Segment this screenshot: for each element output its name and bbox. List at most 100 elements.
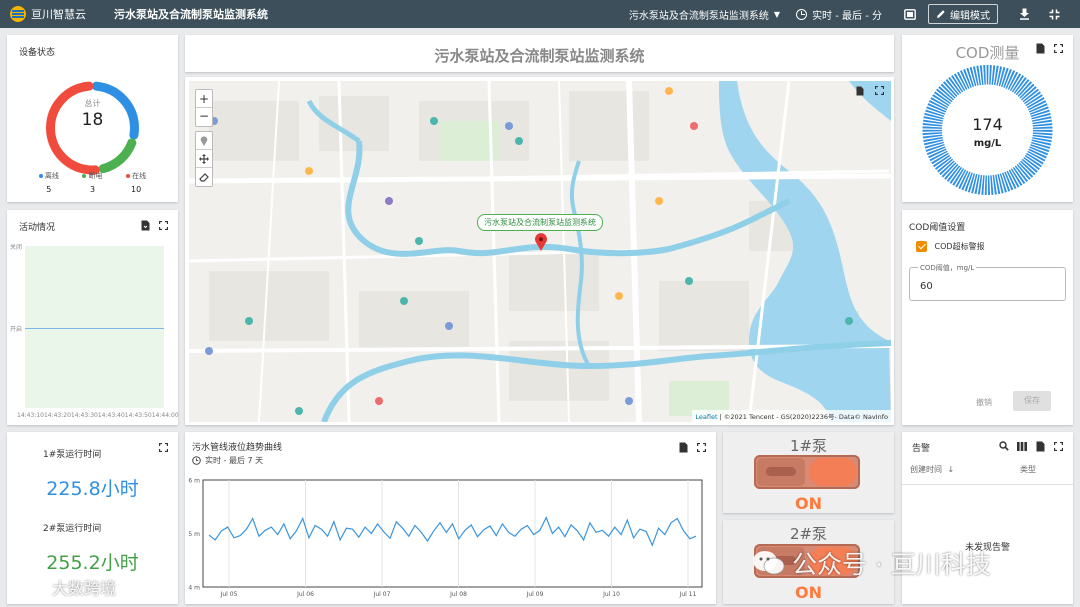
x-tick-label: Jul 10 [602,591,620,598]
station-pin-icon[interactable] [534,233,548,251]
export-button[interactable] [138,218,152,232]
map-view[interactable]: + − 污水泵站及合流制泵站监测系统 Leaflet | ©2021 Tence… [189,81,891,422]
logo-icon [10,6,26,22]
expand-icon [1053,441,1063,451]
export-button[interactable] [1033,439,1047,453]
pump1-toggle[interactable] [754,455,860,489]
map-attribution: Leaflet | ©2021 Tencent - GS(2020)2236号-… [692,410,891,422]
map-export-button[interactable] [856,86,864,99]
brand-logo[interactable]: 亘川智慧云 [10,6,86,22]
watermark-right-b: · 亘川科技 [875,550,991,579]
cod-threshold-field[interactable]: COD阈值，mg/L 60 [909,263,1066,301]
columns-button[interactable] [1015,439,1029,453]
alarms-title: 告警 [912,444,931,454]
fullscreen-exit-icon [1049,9,1059,19]
app-title: 污水泵站及合流制泵站监测系统 [114,8,268,21]
erase-button[interactable] [196,168,212,186]
leaflet-link[interactable]: Leaflet [695,413,717,421]
pump1-title: 1#泵 [789,437,828,455]
brand-name: 亘川智慧云 [31,8,86,21]
dashboard-select[interactable]: 污水泵站及合流制泵站监测系统 ▼ [629,7,780,22]
watermark-left-text: 大数跨境 [52,579,117,598]
draw-toolbar [195,131,213,187]
cod-alarm-checkbox-row[interactable]: COD超标警报 [916,241,985,252]
pump2-runtime-label: 2#泵运行时间 [43,524,102,534]
sort-arrow-down-icon: ↓ [947,465,955,474]
download-button[interactable] [1010,4,1038,24]
x-tick-label: Jul 11 [679,591,697,598]
zoom-controls: + − [195,89,213,127]
activity-level-line [25,328,164,329]
pump1-runtime-label: 1#泵运行时间 [43,450,102,460]
x-tick-label: Jul 07 [373,591,391,598]
edit-mode-button[interactable]: 编辑模式 [928,4,998,24]
y-label-close: 关闭 [10,244,23,251]
time-window-label: 实时 - 最后 - 分 [812,10,882,22]
y-label-open: 开启 [10,326,23,333]
level-trend-chart: 6 m 5 m 4 m Jul 05 Jul 06 Jul 07 Jul 08 Jul 09… [188,478,703,598]
expand-button[interactable] [156,218,170,232]
monitor-icon [904,8,916,20]
cod-alarm-checkbox[interactable] [916,241,927,252]
expand-button[interactable] [156,440,170,454]
pump1-state: ON [795,494,822,513]
watermark-left: 大数跨境 [10,575,116,599]
expand-icon [158,220,168,230]
alarm-column-time[interactable]: 创建时间 ↓ [910,464,954,475]
columns-icon [1017,441,1027,451]
donut-total: 18 [81,110,104,130]
pump1-card: 1#泵 ON [723,432,894,513]
move-button[interactable] [196,150,212,168]
wechat-icon [753,551,785,575]
pump2-runtime-value: 255.2小时 [46,552,139,574]
legend-offline: 离线 5 [38,171,59,194]
cancel-button[interactable]: 撤销 [976,397,992,408]
expand-button[interactable] [1051,439,1065,453]
eraser-icon [199,172,209,182]
map-layer [189,81,891,422]
watermark-logo-icon [12,579,48,595]
level-trend-card: 污水管线液位趋势曲线 实时 - 最后 7 天 6 m5 m4 m Jul 05 J… [185,432,716,604]
device-legend: 离线 5 断电 3 在线 10 [7,171,178,194]
marker-icon [200,135,208,146]
expand-icon [158,442,168,452]
series-line [208,516,697,547]
system-title-card: 污水泵站及合流制泵站监测系统 [185,35,894,72]
alarm-header-divider [902,484,1073,485]
pump2-title: 2#泵 [789,525,828,543]
download-icon [1019,8,1029,20]
watermark-right: 公众号 · 亘川科技 [752,545,991,581]
file-icon [141,220,149,230]
station-marker-label[interactable]: 污水泵站及合流制泵站监测系统 [477,214,603,231]
file-icon [1036,441,1044,451]
place-marker-button[interactable] [196,132,212,150]
y-tick-label: 5 m [188,531,200,538]
edit-mode-label: 编辑模式 [950,10,990,22]
x-tick-label: Jul 08 [449,591,467,598]
x-tick-label: Jul 09 [526,591,544,598]
legend-poweroff: 断电 3 [82,171,102,194]
system-title: 污水泵站及合流制泵站监测系统 [434,47,645,65]
pump2-state: ON [795,583,822,602]
card-title: 活动情况 [19,223,56,233]
exit-fullscreen-button[interactable] [1040,4,1068,24]
activity-plot-area [25,246,164,408]
expand-icon [874,85,885,96]
zoom-out-button[interactable]: − [196,108,212,126]
search-button[interactable] [997,439,1011,453]
map-expand-button[interactable] [874,85,885,98]
device-status-card: 设备状态 总计 18 离线 5 断电 3 在线 10 [7,35,178,202]
cod-alarm-label: COD超标警报 [934,242,985,251]
card-title: COD阈值设置 [909,223,966,233]
zoom-in-button[interactable]: + [196,90,212,108]
x-tick-label: Jul 06 [296,591,314,598]
fullscreen-dashboard-button[interactable] [896,4,924,24]
alarm-column-type[interactable]: 类型 [1020,464,1036,475]
clock-icon [796,8,808,20]
activity-card: 活动情况 关闭 开启 14:43:1014:43:2014:43:3014:43… [7,210,179,425]
save-button[interactable]: 保存 [1013,391,1051,411]
time-window-selector[interactable]: 实时 - 最后 - 分 [796,7,882,22]
x-axis-ticks: 14:43:1014:43:2014:43:3014:43:4014:43:50… [17,412,179,419]
move-icon [199,153,209,164]
cod-threshold-value: 60 [920,281,933,292]
